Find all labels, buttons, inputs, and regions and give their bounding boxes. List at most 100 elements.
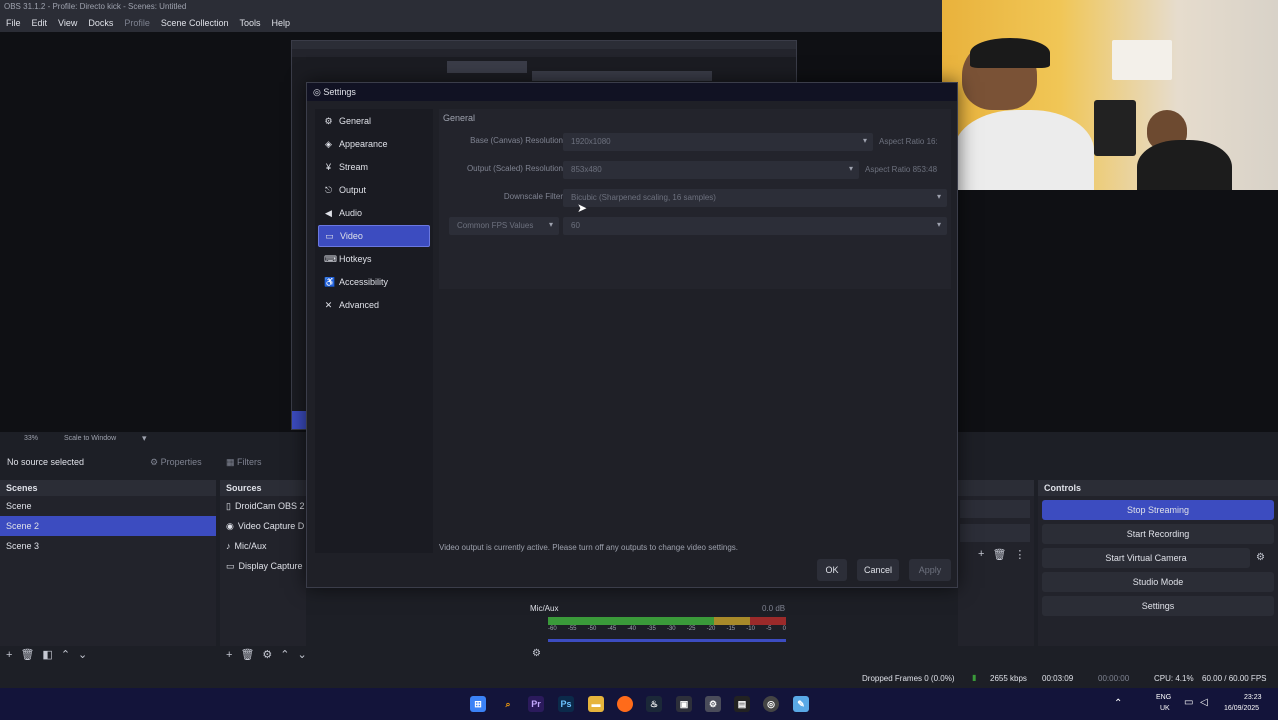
output-resolution-label: Output (Scaled) Resolution bbox=[466, 164, 563, 173]
properties-label: Properties bbox=[160, 457, 202, 467]
nav-label: Hotkeys bbox=[339, 254, 372, 264]
scene-item-selected[interactable]: Scene 2 bbox=[0, 516, 216, 536]
source-item[interactable]: ◉ Video Capture D bbox=[220, 516, 306, 536]
trash-icon[interactable]: 🗑 bbox=[240, 648, 254, 661]
scenes-list: Scene Scene 2 Scene 3 bbox=[0, 496, 216, 646]
transition-select[interactable] bbox=[960, 500, 1030, 518]
source-item[interactable]: ▭ Display Capture bbox=[220, 556, 306, 576]
clock-time[interactable]: 23:23 bbox=[1244, 694, 1262, 701]
chevron-down-icon: ▾ bbox=[936, 220, 941, 229]
menu-file[interactable]: File bbox=[6, 18, 21, 30]
menu-tools[interactable]: Tools bbox=[239, 18, 260, 30]
palette-icon: ◈ bbox=[325, 139, 332, 149]
windows-taskbar: ⊞ ⌕ Pr Ps ▬ ♨ ▣ ⚙ ▤ ◎ ✎ ⌃ ENG UK ▭ ◁ 23:… bbox=[0, 688, 1278, 720]
duration-stepper[interactable] bbox=[960, 524, 1030, 542]
move-up-icon[interactable]: ⌃ bbox=[61, 648, 70, 661]
tick: -60 bbox=[548, 626, 557, 632]
source-item[interactable]: ♪ Mic/Aux bbox=[220, 536, 306, 556]
speaker-icon: ◀ bbox=[325, 208, 332, 218]
menu-bar: File Edit View Docks Profile Scene Colle… bbox=[0, 16, 942, 32]
fps-value-select[interactable]: 60 ▾ bbox=[563, 217, 947, 235]
filters-button[interactable]: ▦ Filters bbox=[226, 457, 262, 468]
nav-hotkeys[interactable]: ⌨ Hotkeys bbox=[318, 248, 430, 270]
cpu-usage: CPU: 4.1% bbox=[1154, 674, 1194, 683]
language-indicator[interactable]: ENG bbox=[1156, 694, 1171, 701]
downscale-filter-row: Downscale Filter Bicubic (Sharpened scal… bbox=[439, 187, 951, 209]
add-icon[interactable]: + bbox=[226, 649, 232, 661]
gear-icon[interactable]: ⚙ bbox=[1256, 552, 1265, 563]
nav-general[interactable]: ⚙ General bbox=[318, 110, 430, 132]
stop-streaming-button[interactable]: Stop Streaming bbox=[1042, 500, 1274, 520]
source-item[interactable]: ▯ DroidCam OBS 2 bbox=[220, 496, 306, 516]
filter-icon[interactable]: ◧ bbox=[42, 648, 52, 661]
nav-video[interactable]: ▭ Video bbox=[318, 225, 430, 247]
scene-item[interactable]: Scene 3 bbox=[0, 536, 216, 556]
microphone-icon: ♪ bbox=[226, 541, 231, 551]
ok-button[interactable]: OK bbox=[817, 559, 847, 581]
meter-ticks: -60 -55 -50 -45 -40 -35 -30 -25 -20 -15 -10 -5 0 bbox=[548, 626, 786, 634]
menu-profile[interactable]: Profile bbox=[124, 18, 150, 30]
record-time: 00:00:00 bbox=[1098, 674, 1130, 683]
network-icon[interactable]: ▭ bbox=[1184, 697, 1193, 708]
studio-mode-button[interactable]: Studio Mode bbox=[1042, 572, 1274, 592]
downscale-filter-select[interactable]: Bicubic (Sharpened scaling, 16 samples) ▾ bbox=[563, 189, 947, 207]
steam-icon[interactable]: ♨ bbox=[646, 696, 662, 712]
base-resolution-select[interactable]: 1920x1080 ▾ bbox=[563, 133, 873, 151]
zoom-level[interactable]: 33% bbox=[24, 435, 38, 442]
output-resolution-value: 853x480 bbox=[571, 165, 602, 174]
nav-accessibility[interactable]: ♿ Accessibility bbox=[318, 271, 430, 293]
gear-icon[interactable]: ⚙ bbox=[262, 648, 272, 661]
output-resolution-select[interactable]: 853x480 ▾ bbox=[563, 161, 859, 179]
settings-icon[interactable]: ⚙ bbox=[705, 696, 721, 712]
premiere-icon[interactable]: Pr bbox=[528, 696, 544, 712]
start-recording-button[interactable]: Start Recording bbox=[1042, 524, 1274, 544]
search-icon[interactable]: ⌕ bbox=[500, 696, 516, 712]
nav-stream[interactable]: ¥ Stream bbox=[318, 156, 430, 178]
tick: -20 bbox=[706, 626, 716, 632]
source-label: DroidCam OBS 2 bbox=[234, 501, 305, 511]
nav-advanced[interactable]: ✕ Advanced bbox=[318, 294, 430, 316]
menu-edit[interactable]: Edit bbox=[32, 18, 48, 30]
scale-mode[interactable]: Scale to Window bbox=[64, 435, 116, 442]
menu-docks[interactable]: Docks bbox=[88, 18, 113, 30]
menu-help[interactable]: Help bbox=[271, 18, 290, 30]
menu-view[interactable]: View bbox=[58, 18, 77, 30]
move-up-icon[interactable]: ⌃ bbox=[280, 648, 289, 661]
nav-label: Video bbox=[340, 231, 363, 241]
more-icon[interactable]: ⋮ bbox=[1014, 548, 1025, 561]
properties-button[interactable]: ⚙ Properties bbox=[150, 457, 202, 468]
tray-chevron-icon[interactable]: ⌃ bbox=[1114, 698, 1122, 709]
obs-icon[interactable]: ◎ bbox=[763, 696, 779, 712]
tick: 0 bbox=[782, 626, 786, 632]
chevron-down-icon[interactable]: ▾ bbox=[142, 433, 147, 444]
apply-button[interactable]: Apply bbox=[909, 559, 951, 581]
add-icon[interactable]: + bbox=[978, 548, 984, 561]
folder-icon[interactable]: ▬ bbox=[588, 696, 604, 712]
add-icon[interactable]: + bbox=[6, 649, 12, 661]
volume-icon[interactable]: ◁ bbox=[1200, 697, 1208, 708]
notepad-icon[interactable]: ✎ bbox=[793, 696, 809, 712]
start-icon[interactable]: ⊞ bbox=[470, 696, 486, 712]
start-virtual-camera-button[interactable]: Start Virtual Camera bbox=[1042, 548, 1250, 568]
photoshop-icon[interactable]: Ps bbox=[558, 696, 574, 712]
move-down-icon[interactable]: ⌄ bbox=[78, 648, 87, 661]
volume-slider[interactable] bbox=[548, 639, 786, 642]
app-icon[interactable]: ▣ bbox=[676, 696, 692, 712]
video-capture-icon: ◉ bbox=[226, 521, 234, 531]
nav-appearance[interactable]: ◈ Appearance bbox=[318, 133, 430, 155]
move-down-icon[interactable]: ⌄ bbox=[298, 648, 307, 661]
trash-icon[interactable]: 🗑 bbox=[992, 548, 1006, 561]
scene-item[interactable]: Scene bbox=[0, 496, 216, 516]
nav-label: Appearance bbox=[339, 139, 388, 149]
trash-icon[interactable]: 🗑 bbox=[20, 648, 34, 661]
mixer-settings-icon[interactable]: ⚙ bbox=[532, 648, 541, 659]
menu-scene-collection[interactable]: Scene Collection bbox=[161, 18, 229, 30]
nav-output[interactable]: ⎋ Output bbox=[318, 179, 430, 201]
nav-audio[interactable]: ◀ Audio bbox=[318, 202, 430, 224]
fps-type-select[interactable]: Common FPS Values ▾ bbox=[449, 217, 559, 235]
tick: -50 bbox=[587, 626, 597, 632]
terminal-icon[interactable]: ▤ bbox=[734, 696, 750, 712]
settings-button[interactable]: Settings bbox=[1042, 596, 1274, 616]
firefox-icon[interactable] bbox=[617, 696, 633, 712]
cancel-button[interactable]: Cancel bbox=[857, 559, 899, 581]
